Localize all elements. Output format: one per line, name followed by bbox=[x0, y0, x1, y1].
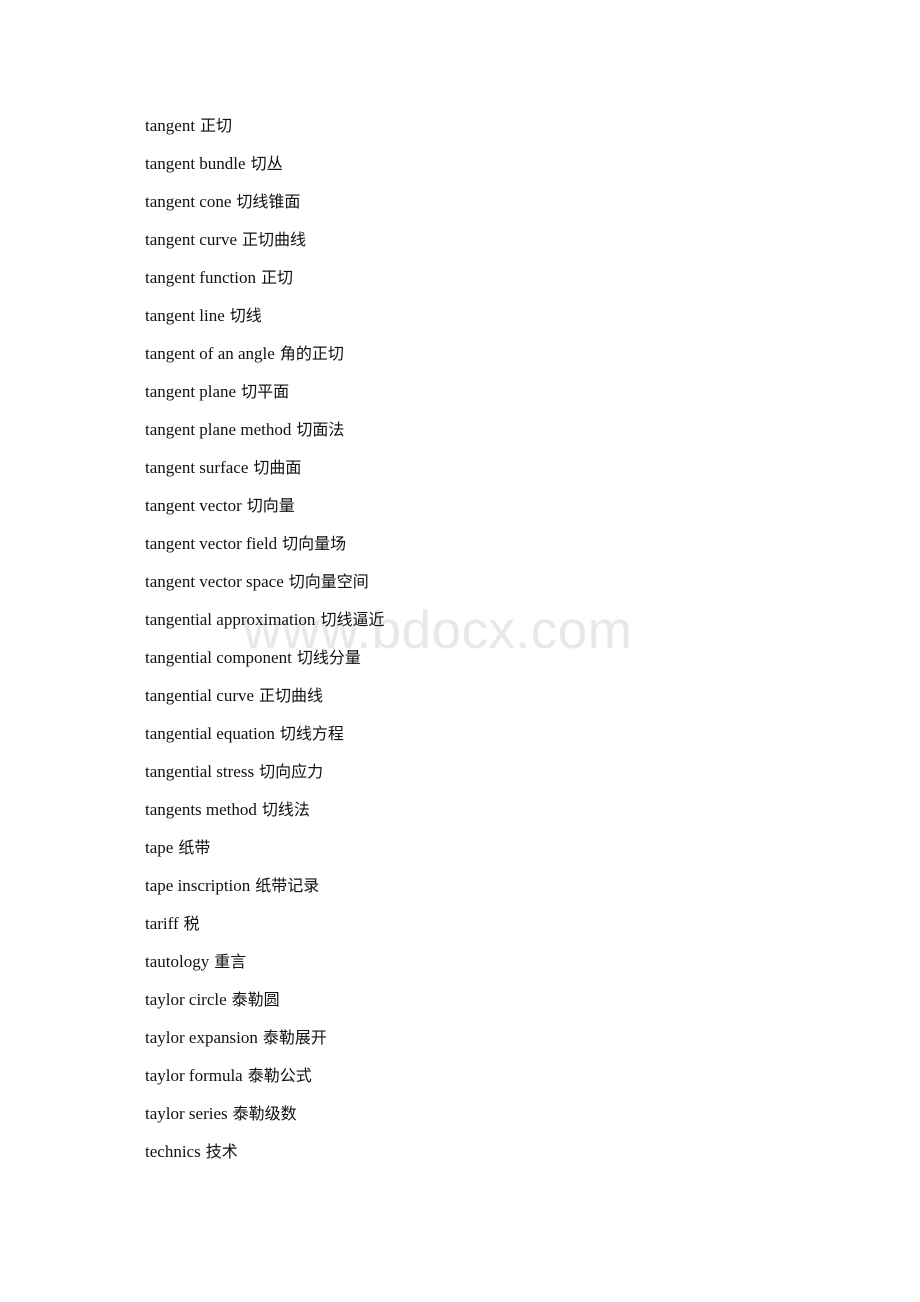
glossary-term: tangent vector space bbox=[145, 572, 284, 591]
glossary-gloss: 重言 bbox=[214, 952, 247, 971]
glossary-entry: tariff 税 bbox=[145, 905, 920, 943]
glossary-gloss: 切向量空间 bbox=[288, 572, 369, 591]
glossary-term: tangential curve bbox=[145, 686, 255, 705]
glossary-entry: tangent 正切 bbox=[145, 107, 920, 145]
glossary-gloss: 切线方程 bbox=[279, 724, 344, 743]
glossary-gloss: 正切 bbox=[260, 268, 293, 287]
glossary-entry: technics 技术 bbox=[145, 1133, 920, 1171]
glossary-term: tangential equation bbox=[145, 724, 275, 743]
glossary-gloss: 泰勒圆 bbox=[231, 990, 280, 1009]
glossary-term: tangents method bbox=[145, 800, 257, 819]
glossary-gloss: 泰勒公式 bbox=[247, 1066, 312, 1085]
glossary-term: tape bbox=[145, 838, 174, 857]
glossary-term: taylor formula bbox=[145, 1066, 243, 1085]
glossary-gloss: 技术 bbox=[205, 1142, 238, 1161]
glossary-term: tangential component bbox=[145, 648, 292, 667]
glossary-entry: taylor formula 泰勒公式 bbox=[145, 1057, 920, 1095]
glossary-gloss: 泰勒级数 bbox=[232, 1104, 297, 1123]
glossary-entry: tangent plane method 切面法 bbox=[145, 411, 920, 449]
glossary-gloss: 切向量 bbox=[246, 496, 295, 515]
glossary-gloss: 泰勒展开 bbox=[262, 1028, 327, 1047]
glossary-entry: tangential curve 正切曲线 bbox=[145, 677, 920, 715]
glossary-entry: taylor series 泰勒级数 bbox=[145, 1095, 920, 1133]
glossary-gloss: 切面法 bbox=[296, 420, 345, 439]
glossary-term: tangent curve bbox=[145, 230, 238, 249]
glossary-entry: tautology 重言 bbox=[145, 943, 920, 981]
glossary-term: tangent plane bbox=[145, 382, 237, 401]
glossary-gloss: 正切曲线 bbox=[242, 230, 307, 249]
glossary-gloss: 正切曲线 bbox=[259, 686, 324, 705]
document-body: tangent 正切 tangent bundle 切丛 tangent cone 切线锥… bbox=[0, 0, 920, 1171]
glossary-term: taylor series bbox=[145, 1104, 228, 1123]
glossary-entry: tangential approximation 切线逼近 bbox=[145, 601, 920, 639]
glossary-entry: tangent plane 切平面 bbox=[145, 373, 920, 411]
glossary-gloss: 切线分量 bbox=[296, 648, 361, 667]
glossary-term: tangent function bbox=[145, 268, 256, 287]
glossary-entry: tangent bundle 切丛 bbox=[145, 145, 920, 183]
glossary-term: tangent surface bbox=[145, 458, 249, 477]
glossary-entry: tangent vector 切向量 bbox=[145, 487, 920, 525]
glossary-term: tangent cone bbox=[145, 192, 232, 211]
glossary-entry: tangent vector space 切向量空间 bbox=[145, 563, 920, 601]
glossary-gloss: 角的正切 bbox=[279, 344, 344, 363]
glossary-entry: tape 纸带 bbox=[145, 829, 920, 867]
glossary-term: tangent bundle bbox=[145, 154, 246, 173]
glossary-term: tangent vector bbox=[145, 496, 242, 515]
glossary-entry: tangent line 切线 bbox=[145, 297, 920, 335]
glossary-gloss: 切丛 bbox=[250, 154, 283, 173]
glossary-gloss: 纸带 bbox=[178, 838, 211, 857]
glossary-entry: tangential stress 切向应力 bbox=[145, 753, 920, 791]
glossary-term: tariff bbox=[145, 914, 179, 933]
glossary-term: tangent line bbox=[145, 306, 225, 325]
glossary-term: tangent of an angle bbox=[145, 344, 275, 363]
glossary-entry: tangent of an angle 角的正切 bbox=[145, 335, 920, 373]
glossary-gloss: 切向应力 bbox=[259, 762, 324, 781]
glossary-entry: tangent surface 切曲面 bbox=[145, 449, 920, 487]
glossary-gloss: 切向量场 bbox=[282, 534, 347, 553]
glossary-term: taylor expansion bbox=[145, 1028, 258, 1047]
glossary-entry-list: tangent 正切 tangent bundle 切丛 tangent cone 切线锥… bbox=[145, 107, 920, 1171]
glossary-term: tangent bbox=[145, 116, 196, 135]
glossary-gloss: 正切 bbox=[200, 116, 233, 135]
glossary-entry: tangent function 正切 bbox=[145, 259, 920, 297]
glossary-term: tautology bbox=[145, 952, 210, 971]
glossary-entry: taylor circle 泰勒圆 bbox=[145, 981, 920, 1019]
glossary-gloss: 切线锥面 bbox=[236, 192, 301, 211]
glossary-gloss: 切线法 bbox=[261, 800, 310, 819]
glossary-entry: tangential equation 切线方程 bbox=[145, 715, 920, 753]
glossary-term: tangent plane method bbox=[145, 420, 292, 439]
glossary-entry: tangents method 切线法 bbox=[145, 791, 920, 829]
glossary-entry: taylor expansion 泰勒展开 bbox=[145, 1019, 920, 1057]
glossary-gloss: 税 bbox=[183, 914, 200, 933]
glossary-gloss: 纸带记录 bbox=[255, 876, 320, 895]
document-page: www.bdocx.com tangent 正切 tangent bundle 切丛 t… bbox=[0, 0, 920, 1302]
glossary-term: technics bbox=[145, 1142, 201, 1161]
glossary-entry: tangent vector field 切向量场 bbox=[145, 525, 920, 563]
glossary-gloss: 切曲面 bbox=[253, 458, 302, 477]
glossary-gloss: 切线逼近 bbox=[320, 610, 385, 629]
glossary-entry: tape inscription 纸带记录 bbox=[145, 867, 920, 905]
glossary-entry: tangent curve 正切曲线 bbox=[145, 221, 920, 259]
glossary-entry: tangent cone 切线锥面 bbox=[145, 183, 920, 221]
glossary-gloss: 切线 bbox=[229, 306, 262, 325]
glossary-gloss: 切平面 bbox=[241, 382, 290, 401]
glossary-term: tangent vector field bbox=[145, 534, 278, 553]
glossary-term: tangential approximation bbox=[145, 610, 316, 629]
glossary-term: tape inscription bbox=[145, 876, 251, 895]
glossary-term: tangential stress bbox=[145, 762, 255, 781]
glossary-entry: tangential component 切线分量 bbox=[145, 639, 920, 677]
glossary-term: taylor circle bbox=[145, 990, 227, 1009]
